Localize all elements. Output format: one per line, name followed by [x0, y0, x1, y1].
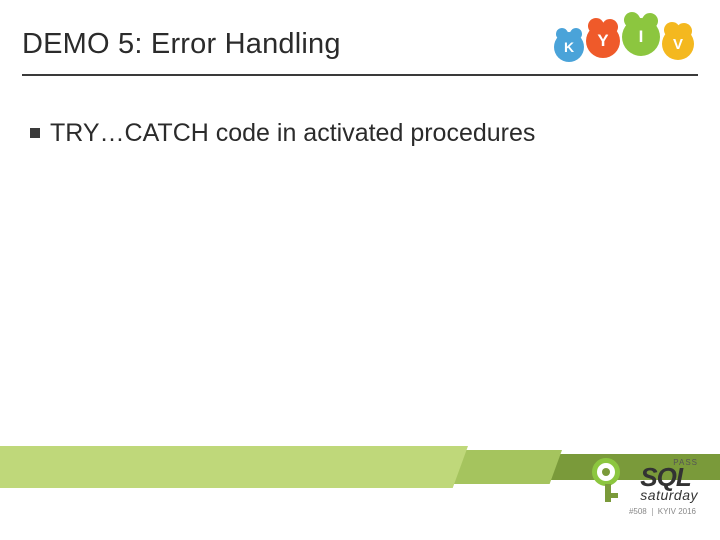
slide-body: TRY…CATCH code in activated procedures	[30, 118, 690, 149]
logo-letter: K	[564, 39, 574, 55]
bullet-item: TRY…CATCH code in activated procedures	[30, 118, 690, 149]
logo-letter: I	[639, 27, 644, 47]
kyiv-logo: K Y I V	[554, 18, 694, 62]
logo-letter: V	[673, 36, 683, 53]
logo-burst-k: K	[554, 32, 584, 62]
logo-burst-i: I	[622, 18, 660, 56]
brand-sql: SQL	[640, 466, 698, 489]
logo-burst-y: Y	[586, 24, 620, 58]
event-meta: #508 KYIV 2016	[629, 507, 696, 516]
slide: DEMO 5: Error Handling K Y I V TRY…CATCH…	[0, 0, 720, 540]
brand-saturday: saturday	[640, 489, 698, 502]
logo-letter: Y	[597, 31, 608, 51]
sql-brand-text: PASS SQL saturday	[640, 459, 698, 502]
bullet-marker-icon	[30, 128, 40, 138]
band-layer-light	[0, 446, 468, 488]
meta-separator	[652, 508, 653, 516]
bullet-text: TRY…CATCH code in activated procedures	[50, 118, 535, 149]
event-id: #508	[629, 507, 647, 516]
title-underline	[22, 74, 698, 76]
event-label: KYIV 2016	[658, 507, 696, 516]
sql-saturday-logo: PASS SQL saturday	[588, 456, 698, 502]
key-icon	[588, 456, 634, 502]
logo-burst-v: V	[662, 28, 694, 60]
